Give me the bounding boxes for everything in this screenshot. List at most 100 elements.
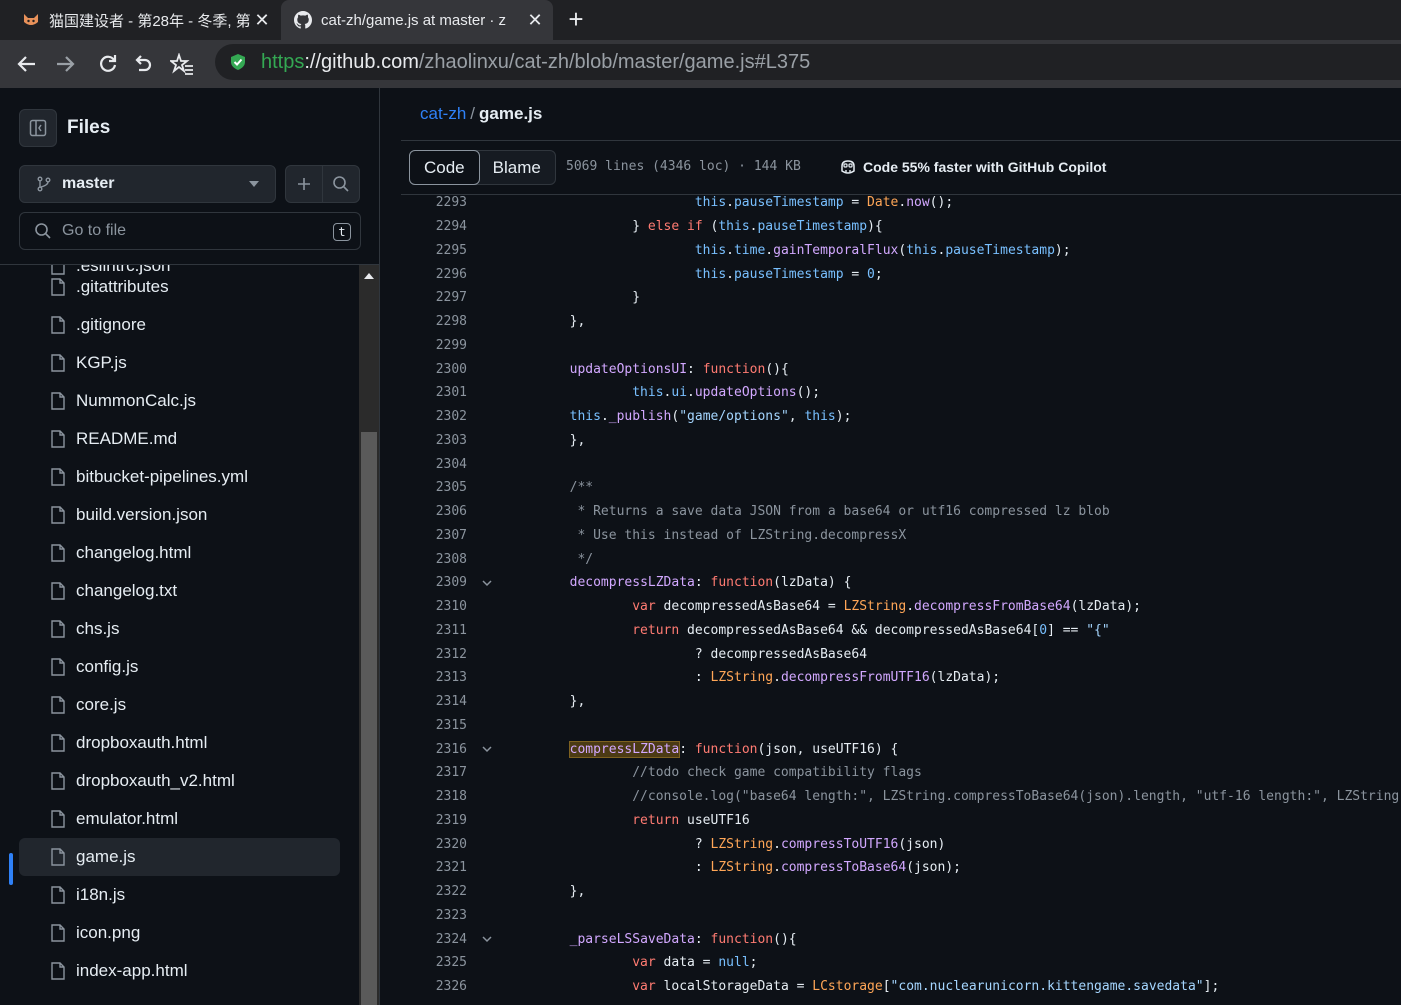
file-item[interactable]: build.version.json	[19, 496, 340, 534]
collapse-sidebar-button[interactable]	[19, 109, 57, 147]
code-line: 2326 var localStorageData = LCstorage["c…	[401, 975, 1401, 999]
file-item[interactable]: NummonCalc.js	[19, 382, 340, 420]
file-icon	[51, 772, 65, 790]
tab-code[interactable]: Code	[409, 150, 480, 185]
file-item[interactable]: index-app.html	[19, 952, 340, 990]
line-number[interactable]: 2293	[401, 195, 467, 210]
code-lines: 2293 this.pauseTimestamp = Date.now(); 22…	[401, 195, 1401, 1005]
code-token: ?	[507, 836, 711, 852]
line-number[interactable]: 2306	[401, 504, 467, 519]
line-number[interactable]: 2325	[401, 955, 467, 970]
forward-arrow-icon[interactable]	[51, 50, 79, 78]
file-item[interactable]: icon.png	[19, 914, 340, 952]
line-number[interactable]: 2322	[401, 884, 467, 899]
line-number[interactable]: 2307	[401, 528, 467, 543]
line-number[interactable]: 2308	[401, 552, 467, 567]
file-item[interactable]: changelog.html	[19, 534, 340, 572]
code-token: pauseTimestamp	[757, 219, 868, 235]
code-text: decompressLZData: function(lzData) {	[507, 575, 852, 590]
file-item[interactable]: emulator.html	[19, 800, 340, 838]
code-token: //console.log("base64 length:", LZString…	[507, 789, 1400, 805]
file-item[interactable]: dropboxauth_v2.html	[19, 762, 340, 800]
tab-blame[interactable]: Blame	[479, 151, 555, 184]
line-number[interactable]: 2311	[401, 623, 467, 638]
browser-tab-game[interactable]: 猫国建设者 - 第28年 - 冬季, 第 ✕	[10, 0, 280, 40]
branch-selector[interactable]: master	[19, 165, 276, 203]
back-arrow-icon[interactable]	[13, 50, 41, 78]
copilot-promo-link[interactable]: Code 55% faster with GitHub Copilot	[839, 158, 1106, 176]
file-item[interactable]: chs.js	[19, 610, 340, 648]
browser-tab-github[interactable]: cat-zh/game.js at master · z ✕	[281, 0, 553, 40]
line-number[interactable]: 2297	[401, 290, 467, 305]
file-item[interactable]: bitbucket-pipelines.yml	[19, 458, 340, 496]
file-item[interactable]: KGP.js	[19, 344, 340, 382]
file-item[interactable]: dropboxauth.html	[19, 724, 340, 762]
line-number[interactable]: 2296	[401, 267, 467, 282]
file-item[interactable]: i18n.js	[19, 876, 340, 914]
line-number[interactable]: 2303	[401, 433, 467, 448]
code-token: ();	[796, 385, 821, 401]
line-number[interactable]: 2305	[401, 480, 467, 495]
line-number[interactable]: 2318	[401, 789, 467, 804]
line-number[interactable]: 2294	[401, 219, 467, 234]
line-number[interactable]: 2313	[401, 670, 467, 685]
address-bar[interactable]: https://github.com/zhaolinxu/cat-zh/blob…	[215, 44, 1401, 80]
line-number[interactable]: 2309	[401, 575, 467, 590]
new-tab-button[interactable]: +	[562, 6, 590, 34]
line-number[interactable]: 2317	[401, 765, 467, 780]
fold-chevron-icon[interactable]	[467, 933, 507, 945]
fold-chevron-icon[interactable]	[467, 743, 507, 755]
fold-chevron-icon[interactable]	[467, 577, 507, 589]
line-number[interactable]: 2323	[401, 908, 467, 923]
file-icon	[51, 430, 65, 448]
file-icon	[51, 734, 65, 752]
line-number[interactable]: 2295	[401, 243, 467, 258]
file-name: game.js	[76, 847, 136, 866]
bookmarks-star-icon[interactable]	[168, 50, 196, 78]
line-number[interactable]: 2321	[401, 860, 467, 875]
go-to-file-placeholder: Go to file	[62, 222, 127, 239]
undo-icon[interactable]	[129, 50, 157, 78]
code-token: .	[726, 242, 734, 258]
file-item[interactable]: .gitattributes	[19, 268, 340, 306]
code-token: LZString	[843, 599, 907, 615]
file-item[interactable]: core.js	[19, 686, 340, 724]
file-icon	[51, 886, 65, 904]
line-number[interactable]: 2319	[401, 813, 467, 828]
file-item[interactable]: .gitignore	[19, 306, 340, 344]
file-name: i18n.js	[76, 885, 126, 904]
line-number[interactable]: 2301	[401, 385, 467, 400]
sidebar-scrollbar[interactable]	[359, 265, 379, 1005]
line-number[interactable]: 2324	[401, 932, 467, 947]
line-number[interactable]: 2312	[401, 647, 467, 662]
line-number[interactable]: 2314	[401, 694, 467, 709]
line-number[interactable]: 2302	[401, 409, 467, 424]
code-token: .	[687, 385, 695, 401]
line-number[interactable]: 2320	[401, 837, 467, 852]
line-number[interactable]: 2298	[401, 314, 467, 329]
line-number[interactable]: 2310	[401, 599, 467, 614]
line-number[interactable]: 2299	[401, 338, 467, 353]
line-number[interactable]: 2316	[401, 742, 467, 757]
go-to-file-input[interactable]: Go to file t	[19, 212, 361, 250]
code-text: */	[507, 552, 593, 567]
file-item[interactable]: game.js	[19, 838, 340, 876]
scroll-up-arrow-icon[interactable]	[364, 273, 374, 279]
file-item[interactable]: config.js	[19, 648, 340, 686]
scrollbar-thumb[interactable]	[361, 432, 377, 1005]
breadcrumb-repo-link[interactable]: cat-zh	[420, 104, 466, 123]
line-number[interactable]: 2300	[401, 362, 467, 377]
file-item[interactable]: changelog.txt	[19, 572, 340, 610]
search-code-button[interactable]	[322, 165, 360, 203]
file-item[interactable]: README.md	[19, 420, 340, 458]
code-line: 2298 },	[401, 310, 1401, 334]
reload-icon[interactable]	[94, 50, 122, 78]
code-token: (json, useUTF16) {	[757, 741, 899, 757]
close-tab-icon[interactable]: ✕	[523, 10, 547, 31]
code-token: }	[507, 219, 648, 235]
line-number[interactable]: 2315	[401, 718, 467, 733]
line-number[interactable]: 2326	[401, 979, 467, 994]
close-tab-icon[interactable]: ✕	[250, 10, 274, 31]
line-number[interactable]: 2304	[401, 457, 467, 472]
add-file-button[interactable]	[285, 165, 323, 203]
